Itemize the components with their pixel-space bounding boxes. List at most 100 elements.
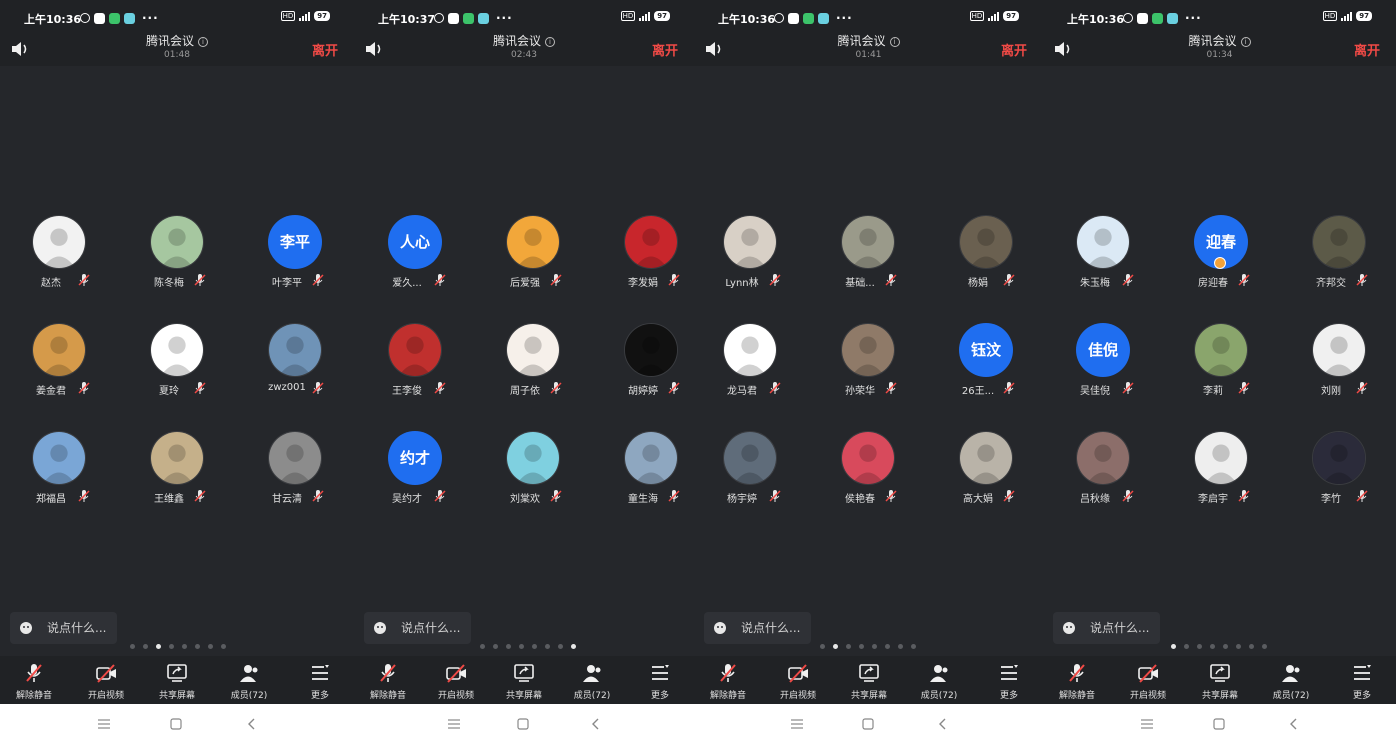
page-dot[interactable] bbox=[558, 644, 563, 649]
participant-tile[interactable]: 杨娟 bbox=[931, 215, 1041, 295]
page-dot[interactable] bbox=[1184, 644, 1189, 649]
participant-tile[interactable]: 姜金君 bbox=[4, 323, 114, 403]
more-button[interactable]: 更多 bbox=[1332, 656, 1392, 704]
page-dot[interactable] bbox=[885, 644, 890, 649]
participant-tile[interactable]: 约才 吴约才 bbox=[360, 431, 470, 511]
unmute-button[interactable]: 解除静音 bbox=[698, 656, 758, 704]
recent-apps-icon[interactable] bbox=[446, 716, 462, 732]
info-icon[interactable]: i bbox=[889, 37, 900, 47]
members-button[interactable]: 成员(72) bbox=[1261, 656, 1321, 704]
page-dot[interactable] bbox=[872, 644, 877, 649]
meeting-title[interactable]: 腾讯会议 i bbox=[0, 34, 354, 48]
participant-tile[interactable]: 龙马君 bbox=[695, 323, 805, 403]
page-dot[interactable] bbox=[820, 644, 825, 649]
page-dot[interactable] bbox=[898, 644, 903, 649]
participant-tile[interactable]: 王李俊 bbox=[360, 323, 470, 403]
back-icon[interactable] bbox=[244, 716, 260, 732]
info-icon[interactable]: i bbox=[198, 37, 208, 47]
participant-tile[interactable]: 陈冬梅 bbox=[122, 215, 232, 295]
more-button[interactable]: 更多 bbox=[290, 656, 350, 704]
start-video-button[interactable]: 开启视频 bbox=[1118, 656, 1178, 704]
share-screen-button[interactable]: 共享屏幕 bbox=[147, 656, 207, 704]
page-dot[interactable] bbox=[1171, 644, 1176, 649]
participant-tile[interactable]: 郑福昌 bbox=[4, 431, 114, 511]
leave-button[interactable]: 离开 bbox=[1354, 40, 1380, 59]
start-video-button[interactable]: 开启视频 bbox=[768, 656, 828, 704]
participant-tile[interactable]: 刘刚 bbox=[1284, 323, 1394, 403]
home-icon[interactable] bbox=[515, 716, 531, 732]
participant-tile[interactable]: 侯艳春 bbox=[813, 431, 923, 511]
participant-tile[interactable]: 吕秋缘 bbox=[1048, 431, 1158, 511]
participant-tile[interactable]: 钰汶 26王... bbox=[931, 323, 1041, 403]
info-icon[interactable]: i bbox=[545, 37, 555, 47]
leave-button[interactable]: 离开 bbox=[1001, 40, 1027, 59]
participant-tile[interactable]: 迎春 房迎春 bbox=[1166, 215, 1276, 295]
home-icon[interactable] bbox=[1211, 716, 1227, 732]
unmute-button[interactable]: 解除静音 bbox=[1047, 656, 1107, 704]
more-button[interactable]: 更多 bbox=[630, 656, 690, 704]
page-dot[interactable] bbox=[1197, 644, 1202, 649]
participant-tile[interactable]: 李发娟 bbox=[596, 215, 694, 295]
chat-input[interactable]: 说点什么... bbox=[1053, 612, 1160, 644]
participant-tile[interactable]: 基础... bbox=[813, 215, 923, 295]
page-dot[interactable] bbox=[532, 644, 537, 649]
page-dot[interactable] bbox=[480, 644, 485, 649]
emoji-icon[interactable] bbox=[1063, 622, 1075, 634]
page-dot[interactable] bbox=[169, 644, 174, 649]
page-dot[interactable] bbox=[182, 644, 187, 649]
participant-tile[interactable]: 佳倪 吴佳倪 bbox=[1048, 323, 1158, 403]
participant-tile[interactable]: 后爱强 bbox=[478, 215, 588, 295]
recent-apps-icon[interactable] bbox=[1139, 716, 1155, 732]
participant-tile[interactable]: 胡婷婷 bbox=[596, 323, 694, 403]
back-icon[interactable] bbox=[935, 716, 951, 732]
page-dot[interactable] bbox=[1236, 644, 1241, 649]
participant-tile[interactable]: 高大娟 bbox=[931, 431, 1041, 511]
page-dot[interactable] bbox=[221, 644, 226, 649]
share-screen-button[interactable]: 共享屏幕 bbox=[839, 656, 899, 704]
participant-tile[interactable]: 李莉 bbox=[1166, 323, 1276, 403]
participant-tile[interactable]: 李启宇 bbox=[1166, 431, 1276, 511]
chat-input[interactable]: 说点什么... bbox=[364, 612, 471, 644]
participant-tile[interactable]: 赵杰 bbox=[4, 215, 114, 295]
members-button[interactable]: 成员(72) bbox=[219, 656, 279, 704]
participant-tile[interactable]: 人心 爱久... bbox=[360, 215, 470, 295]
page-dot[interactable] bbox=[1249, 644, 1254, 649]
leave-button[interactable]: 离开 bbox=[312, 40, 338, 59]
back-icon[interactable] bbox=[588, 716, 604, 732]
page-dot[interactable] bbox=[1223, 644, 1228, 649]
page-dot[interactable] bbox=[833, 644, 838, 649]
page-dot[interactable] bbox=[846, 644, 851, 649]
meeting-title[interactable]: 腾讯会议 i bbox=[1043, 34, 1396, 48]
page-dot[interactable] bbox=[911, 644, 916, 649]
recent-apps-icon[interactable] bbox=[96, 716, 112, 732]
share-screen-button[interactable]: 共享屏幕 bbox=[494, 656, 554, 704]
page-dot[interactable] bbox=[545, 644, 550, 649]
participant-tile[interactable]: Lynn林 bbox=[695, 215, 805, 295]
emoji-icon[interactable] bbox=[20, 622, 32, 634]
page-dot[interactable] bbox=[1210, 644, 1215, 649]
participant-tile[interactable]: 李竹 bbox=[1284, 431, 1394, 511]
emoji-icon[interactable] bbox=[374, 622, 386, 634]
page-dot[interactable] bbox=[859, 644, 864, 649]
page-dot[interactable] bbox=[493, 644, 498, 649]
participant-tile[interactable]: 刘棠欢 bbox=[478, 431, 588, 511]
home-icon[interactable] bbox=[168, 716, 184, 732]
share-screen-button[interactable]: 共享屏幕 bbox=[1190, 656, 1250, 704]
page-dot[interactable] bbox=[143, 644, 148, 649]
page-dot[interactable] bbox=[130, 644, 135, 649]
meeting-title[interactable]: 腾讯会议 i bbox=[694, 34, 1043, 48]
participant-tile[interactable]: 杨宇婷 bbox=[695, 431, 805, 511]
start-video-button[interactable]: 开启视频 bbox=[426, 656, 486, 704]
recent-apps-icon[interactable] bbox=[789, 716, 805, 732]
chat-input[interactable]: 说点什么... bbox=[704, 612, 811, 644]
page-dot[interactable] bbox=[195, 644, 200, 649]
participant-tile[interactable]: 齐邦交 bbox=[1284, 215, 1394, 295]
more-button[interactable]: 更多 bbox=[979, 656, 1039, 704]
participant-tile[interactable]: 夏玲 bbox=[122, 323, 232, 403]
page-dot[interactable] bbox=[519, 644, 524, 649]
page-dot[interactable] bbox=[571, 644, 576, 649]
chat-input[interactable]: 说点什么... bbox=[10, 612, 117, 644]
participant-tile[interactable]: 王维鑫 bbox=[122, 431, 232, 511]
page-dot[interactable] bbox=[1262, 644, 1267, 649]
home-icon[interactable] bbox=[860, 716, 876, 732]
